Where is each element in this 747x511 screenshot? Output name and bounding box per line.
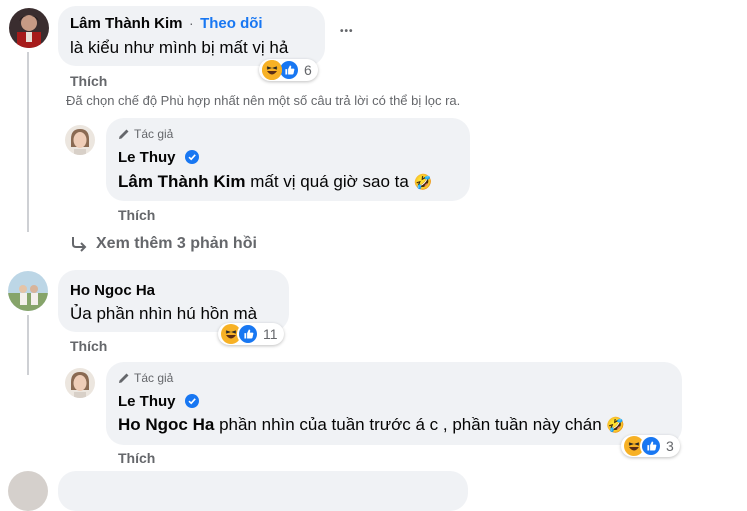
reply-text: Ho Ngoc Ha phần nhìn của tuần trước á c … [118, 415, 625, 435]
reaction-summary-3[interactable]: 3 [621, 435, 680, 457]
reply-text: Lâm Thành Kim mất vị quá giờ sao ta 🤣 [118, 172, 432, 192]
reaction-summary-2[interactable]: 11 [218, 323, 284, 345]
comment-text: là kiểu như mình bị mất vị hả [70, 38, 289, 57]
thread-line [27, 52, 29, 232]
reaction-summary-1[interactable]: 6 [259, 59, 318, 81]
pencil-icon [119, 373, 129, 383]
like-button[interactable]: Thích [118, 207, 155, 223]
separator-dot: · [188, 15, 194, 31]
reply-arrow-icon [72, 237, 87, 252]
haha-icon [262, 60, 282, 80]
avatar-le-thuy[interactable] [65, 125, 95, 155]
author-tag: Tác giả [118, 371, 173, 385]
author-tag-label: Tác giả [134, 127, 174, 141]
comment-author[interactable]: Ho Ngoc Ha [70, 282, 155, 299]
like-button[interactable]: Thích [70, 73, 107, 89]
rofl-emoji-icon: 🤣 [413, 174, 433, 191]
author-tag: Tác giả [118, 127, 173, 141]
comment-author[interactable]: Lâm Thành Kim [70, 15, 183, 32]
pencil-icon [119, 129, 129, 139]
mention-link[interactable]: Lâm Thành Kim [118, 172, 246, 191]
follow-link[interactable]: Theo dõi [200, 15, 263, 32]
author-tag-label: Tác giả [134, 371, 174, 385]
reply-bubble-1: Tác giả Le Thuy Lâm Thành Kim mất vị quá… [106, 118, 470, 201]
more-options-icon[interactable]: ••• [340, 26, 354, 37]
avatar-le-thuy[interactable] [65, 368, 95, 398]
reaction-count: 6 [304, 62, 312, 78]
reply-bubble-2: Tác giả Le Thuy Ho Ngoc Ha phần nhìn của… [106, 362, 682, 445]
comment-bubble-next [58, 471, 468, 511]
verified-badge-icon [184, 150, 199, 164]
avatar-lam-thanh-kim[interactable] [9, 8, 49, 48]
see-more-label[interactable]: Xem thêm 3 phản hồi [96, 235, 257, 253]
verified-badge-icon [184, 394, 199, 408]
like-button[interactable]: Thích [118, 450, 155, 466]
mention-link[interactable]: Ho Ngoc Ha [118, 415, 214, 434]
reply-text-body: phần nhìn của tuần trước á c , phần tuần… [214, 415, 607, 434]
reply-text-body: mất vị quá giờ sao ta [245, 172, 414, 191]
reaction-count: 11 [263, 326, 278, 342]
see-more-replies[interactable]: Xem thêm 3 phản hồi [70, 235, 257, 253]
reply-author[interactable]: Le Thuy [118, 149, 176, 166]
comment-bubble-1: Lâm Thành Kim · Theo dõi là kiểu như mìn… [58, 6, 325, 66]
avatar-next-comment[interactable] [8, 471, 48, 511]
filter-notice: Đã chọn chế độ Phù hợp nhất nên một số c… [66, 93, 461, 108]
avatar-ho-ngoc-ha[interactable] [8, 271, 48, 311]
like-icon [640, 435, 662, 457]
thread-line-2 [27, 315, 29, 375]
rofl-emoji-icon: 🤣 [606, 417, 626, 434]
comment-text: Ủa phần nhìn hú hồn mà [70, 304, 258, 323]
reaction-count: 3 [666, 438, 674, 454]
like-icon [237, 323, 259, 345]
like-button[interactable]: Thích [70, 338, 107, 354]
reply-author[interactable]: Le Thuy [118, 393, 176, 410]
